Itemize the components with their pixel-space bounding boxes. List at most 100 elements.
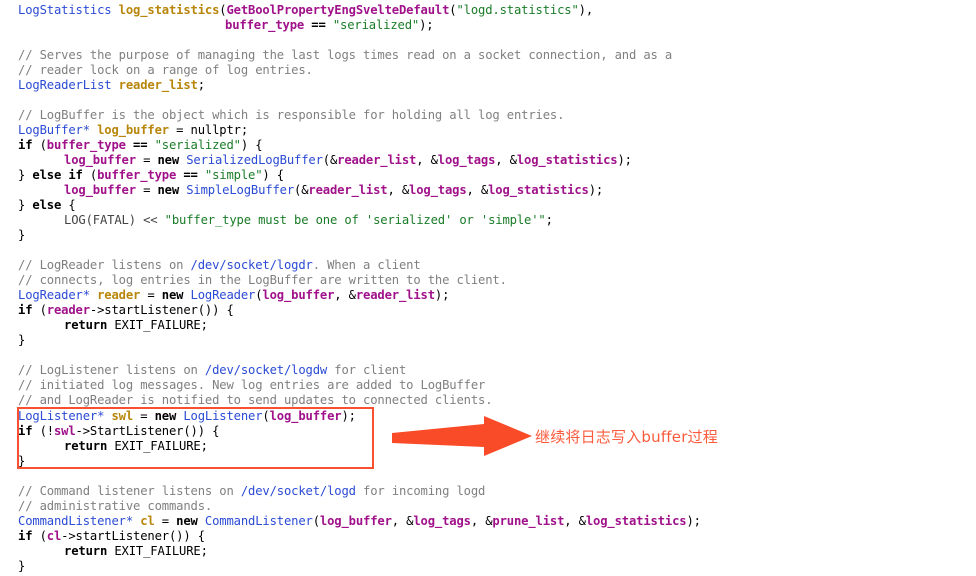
code-token: , & — [391, 514, 414, 528]
code-token: swl — [111, 409, 133, 423]
code-token: , & — [387, 183, 409, 197]
code-line: } else { — [18, 198, 76, 213]
code-token: ->startListener()) { — [89, 303, 234, 317]
code-viewer[interactable]: LogStatistics log_statistics (GetBoolProp… — [0, 0, 976, 576]
code-token: . When a client — [312, 258, 421, 272]
code-token: LogBuffer* — [18, 123, 98, 137]
code-token: log_tags — [437, 153, 496, 167]
code-token: } — [18, 559, 26, 573]
code-token: ); — [341, 409, 356, 423]
code-line: return EXIT_FAILURE; — [64, 544, 208, 559]
code-line: LogListener* swl = new LogListener(log_b… — [18, 409, 356, 424]
code-token: prune_list — [492, 514, 565, 528]
code-token: ; — [197, 78, 205, 92]
code-token: // reader lock on a range of log entries… — [18, 63, 313, 77]
code-token: , & — [470, 514, 493, 528]
code-token: // Command listener listens on — [18, 484, 241, 498]
code-token: == — [176, 168, 205, 182]
code-line: return EXIT_FAILURE; — [64, 318, 208, 333]
code-line: LogBuffer* log_buffer = nullptr; — [18, 123, 248, 138]
code-token: reader_list — [337, 153, 417, 167]
code-token: (! — [32, 424, 55, 438]
code-token: ), — [578, 3, 594, 17]
code-line: // reader lock on a range of log entries… — [18, 63, 313, 78]
code-token: ( — [32, 303, 47, 317]
code-token: new — [154, 409, 177, 423]
code-token: if — [18, 424, 33, 438]
code-token: EXIT_FAILURE; — [107, 544, 208, 558]
code-token: log_buffer — [64, 183, 136, 197]
code-token: ; — [545, 213, 553, 227]
code-line: // LogListener listens on /dev/socket/lo… — [18, 363, 406, 378]
code-token: reader_list — [118, 78, 198, 92]
code-line: return EXIT_FAILURE; — [64, 439, 208, 454]
code-token: /dev/socket/logdr — [190, 258, 313, 272]
code-token: SimpleLogBuffer — [179, 183, 294, 197]
code-token: ->startListener()) { — [61, 529, 205, 543]
code-token: // connects, log entries in the LogBuffe… — [18, 273, 507, 287]
code-token: ); — [434, 288, 450, 302]
code-line: log_buffer = new SimpleLogBuffer(&reader… — [64, 183, 603, 198]
code-token: // LogListener listens on — [18, 363, 205, 377]
code-token: } — [18, 198, 33, 212]
code-token: ( — [32, 529, 47, 543]
code-token: "serialized" — [332, 18, 420, 32]
code-token: = — [135, 183, 158, 197]
code-token: buffer_type — [225, 18, 305, 32]
code-token: SerializedLogBuffer — [179, 153, 323, 167]
code-token: = — [133, 409, 155, 423]
code-line: } else if (buffer_type == "simple") { — [18, 168, 284, 183]
code-token: cl — [140, 514, 155, 528]
code-token: log_tags — [409, 183, 467, 197]
code-token: for client — [327, 363, 407, 377]
code-token: if — [18, 303, 33, 317]
code-token: (& — [294, 183, 309, 197]
code-token: = nullptr; — [168, 123, 248, 137]
code-token: // Serves the purpose of managing the la… — [18, 48, 673, 62]
code-token: return — [64, 544, 108, 558]
code-token: new — [157, 183, 179, 197]
code-token: ); — [686, 514, 701, 528]
code-line: // LogReader listens on /dev/socket/logd… — [18, 258, 421, 273]
code-token: return — [64, 318, 108, 332]
code-token: ( — [262, 409, 270, 423]
code-token: LogListener* — [18, 409, 112, 423]
code-token: , & — [416, 153, 438, 167]
code-line: if (cl->startListener()) { — [18, 529, 205, 544]
code-token: return — [64, 439, 108, 453]
code-token: else — [32, 198, 62, 212]
code-token: LogListener — [176, 409, 263, 423]
code-token: log_buffer — [262, 288, 335, 302]
code-token: ) { — [240, 138, 263, 152]
code-token: LOG(FATAL) << — [64, 213, 165, 227]
code-token: EXIT_FAILURE; — [107, 318, 208, 332]
code-token: // initiated log messages. New log entri… — [18, 378, 486, 392]
code-token: log_statistics — [585, 514, 687, 528]
code-token: swl — [53, 424, 76, 438]
code-line: // administrative commands. — [18, 499, 212, 514]
code-token: buffer_type — [97, 168, 177, 182]
code-token: "buffer_type must be one of 'serialized'… — [164, 213, 546, 227]
code-token: CommandListener — [197, 514, 313, 528]
code-token: new — [157, 153, 179, 167]
code-line: if (buffer_type == "serialized") { — [18, 138, 263, 153]
code-token: // LogBuffer is the object which is resp… — [18, 108, 565, 122]
code-line: LogReader* reader = new LogReader(log_bu… — [18, 288, 449, 303]
code-token: } — [18, 228, 26, 242]
code-line: // and LogReader is notified to send upd… — [18, 393, 493, 408]
code-line: CommandListener* cl = new CommandListene… — [18, 514, 701, 529]
code-token: // and LogReader is notified to send upd… — [18, 393, 493, 407]
code-token: if — [18, 138, 33, 152]
code-line: if (reader->startListener()) { — [18, 303, 234, 318]
code-token: log_buffer — [319, 514, 392, 528]
code-token: } — [18, 454, 26, 468]
code-line: } — [18, 454, 25, 469]
code-line: } — [18, 333, 25, 348]
code-token: reader — [46, 303, 90, 317]
code-token: reader — [97, 288, 141, 302]
code-line: log_buffer = new SerializedLogBuffer(&re… — [64, 153, 632, 168]
